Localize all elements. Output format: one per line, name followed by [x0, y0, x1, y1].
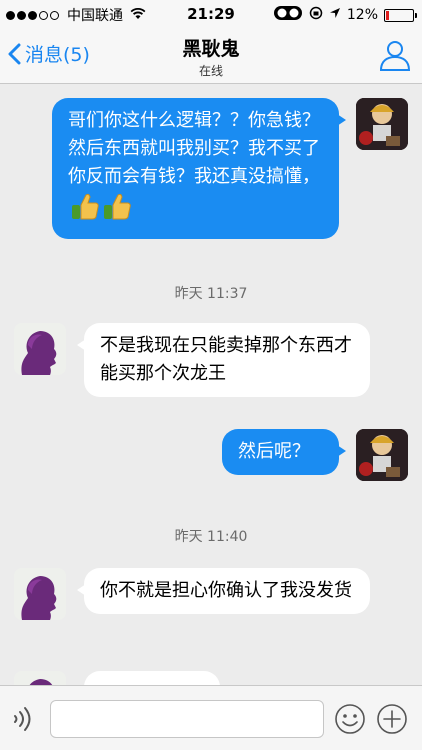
profile-button[interactable] — [378, 38, 412, 76]
voice-button[interactable] — [10, 704, 38, 738]
message-bubble-incoming[interactable] — [84, 671, 220, 685]
contact-status: 在线 — [198, 64, 223, 78]
message-bubble-outgoing[interactable]: 哥们你这什么逻辑？？你急钱？然后东西就叫我别买？我不买了你反而会有钱？我还真没搞… — [52, 98, 346, 239]
battery-percent: 12% — [346, 7, 378, 23]
contact-name: 黑耿鬼 — [182, 38, 240, 60]
location-icon — [329, 7, 341, 23]
input-bar — [0, 685, 422, 750]
chat-area[interactable]: 哥们你这什么逻辑？？你急钱？然后东西就叫我别买？我不买了你反而会有钱？我还真没搞… — [0, 85, 422, 685]
message-bubble-outgoing[interactable]: 然后呢？ — [222, 429, 346, 475]
my-avatar[interactable] — [356, 98, 408, 150]
message-timestamp: 昨天 11:40 — [174, 529, 248, 545]
emoji-icon — [335, 704, 365, 734]
message-text: 不是我现在只能卖掉那个东西才能买那个次龙王 — [100, 335, 352, 384]
status-bar: 中国联通 21:29 12% — [0, 0, 422, 28]
thumbs-up-icon — [70, 191, 100, 230]
my-avatar[interactable] — [356, 429, 408, 481]
message-text: 你不就是担心你确认了我没发货 — [100, 580, 352, 601]
plus-icon — [377, 704, 407, 734]
status-right: 12% — [267, 5, 417, 25]
voice-icon — [14, 707, 31, 731]
contact-avatar[interactable] — [14, 323, 66, 375]
nav-bar: 消息(5) 黑耿鬼 在线 — [0, 28, 422, 84]
battery-icon — [384, 8, 417, 22]
message-text: 哥们你这什么逻辑？？你急钱？然后东西就叫我别买？我不买了你反而会有钱？我还真没搞… — [68, 110, 320, 187]
contact-avatar[interactable] — [14, 671, 66, 685]
message-bubble-incoming[interactable]: 不是我现在只能卖掉那个东西才能买那个次龙王 — [77, 323, 370, 397]
emoji-button[interactable] — [334, 703, 366, 739]
qq-status-icon — [273, 5, 303, 25]
message-input[interactable] — [50, 700, 324, 738]
person-icon — [379, 41, 411, 71]
battery-fill — [386, 10, 389, 20]
message-timestamp: 昨天 11:37 — [174, 286, 248, 302]
message-bubble-incoming[interactable]: 你不就是担心你确认了我没发货 — [77, 568, 370, 614]
plus-button[interactable] — [376, 703, 408, 739]
thumbs-up-icon — [102, 191, 132, 230]
contact-avatar[interactable] — [14, 568, 66, 620]
message-text: 然后呢？ — [238, 441, 310, 462]
rotation-lock-icon — [309, 6, 323, 24]
